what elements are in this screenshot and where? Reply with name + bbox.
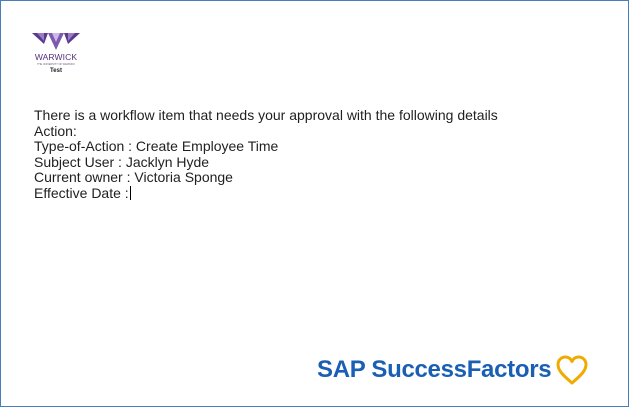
- logo-wordmark: WARWICK: [34, 52, 78, 62]
- message-intro: There is a workflow item that needs your…: [34, 107, 498, 123]
- heart-outline-icon: [556, 355, 588, 385]
- sap-successfactors-logo: SAP SuccessFactors: [317, 350, 589, 390]
- message-line-effective-date-row[interactable]: Effective Date :: [34, 184, 624, 202]
- text-cursor: [129, 185, 131, 200]
- warwick-logo: WARWICK THE UNIVERSITY OF WARWICK Test: [32, 33, 94, 93]
- message-line-effective-date: Effective Date :: [34, 184, 129, 201]
- warwick-chevron-icon: [32, 33, 80, 50]
- message-line-subject-user: Subject User : Jacklyn Hyde: [34, 153, 210, 170]
- message-line-current-owner: Current owner : Victoria Sponge: [34, 169, 233, 185]
- logo-subtitle: THE UNIVERSITY OF WARWICK: [37, 63, 75, 66]
- message-line-action: Action:: [34, 122, 77, 139]
- environment-label: Test: [50, 68, 62, 74]
- brand-name: SAP SuccessFactors: [317, 356, 552, 383]
- message-body: There is a workflow item that needs your…: [34, 107, 624, 202]
- message-line-type-of-action: Type-of-Action : Create Employee Time: [34, 138, 279, 154]
- email-body-frame: WARWICK THE UNIVERSITY OF WARWICK Test T…: [0, 0, 629, 407]
